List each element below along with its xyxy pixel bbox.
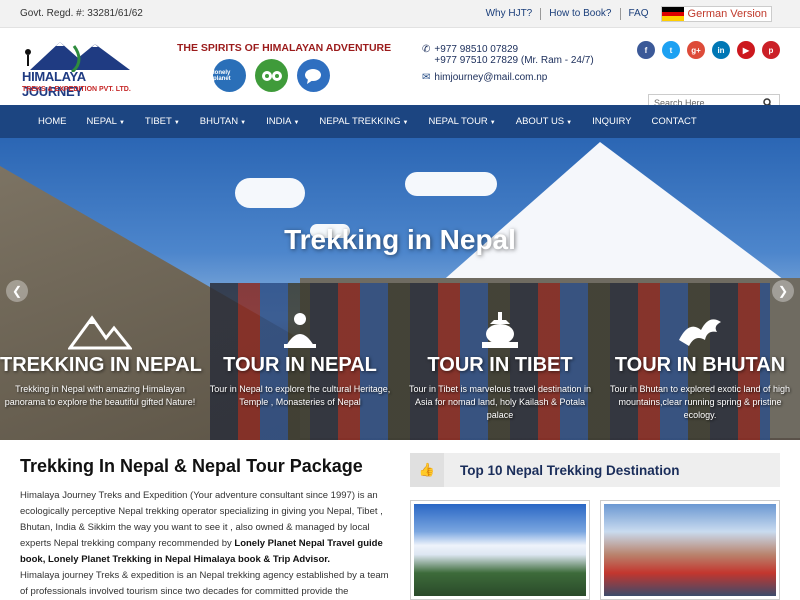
nav-item-nepal[interactable]: NEPAL ▼ — [77, 116, 135, 127]
dragon-icon — [679, 319, 721, 346]
nav-item-label: ABOUT US — [515, 116, 565, 127]
phone-icon: ✆ — [422, 44, 431, 55]
caret-down-icon: ▼ — [566, 120, 573, 126]
nav-item-inquiry[interactable]: INQUIRY — [582, 116, 641, 127]
envelope-icon: ✉ — [422, 72, 431, 83]
logo-name: HIMALAYA JOURNEY — [22, 69, 86, 99]
speech-bubble-icon — [304, 68, 321, 84]
slider-next-arrow-icon[interactable]: ❯ — [772, 280, 794, 302]
site-header: HIMALAYA JOURNEY TREKS & EXPEDITION PVT.… — [0, 28, 800, 112]
mountain-logo-icon — [25, 42, 130, 72]
award-badges: lonely planet — [213, 59, 330, 92]
buddha-icon — [284, 313, 316, 348]
tile-title: TOUR IN BHUTAN — [614, 354, 786, 376]
german-version-label: German Version — [687, 8, 767, 20]
logo-subtitle: TREKS & EXPEDITION PVT. LTD. — [22, 86, 131, 93]
lonely-planet-badge-icon[interactable]: lonely planet — [213, 59, 246, 92]
tile-trekking-nepal[interactable]: TREKKING IN NEPAL Trekking in Nepal with… — [0, 308, 202, 440]
intro-paragraph: Himalaya Journey Treks and Expedition (Y… — [20, 488, 392, 600]
tagline: THE SPIRITS OF HIMALAYAN ADVENTURE — [177, 42, 392, 54]
nav-item-tibet[interactable]: TIBET ▼ — [135, 116, 190, 127]
tile-text: Tour in Nepal to explore the cultural He… — [209, 384, 391, 407]
registration-number: Govt. Regd. #: 33281/61/62 — [20, 8, 143, 19]
nav-item-label: INDIA — [266, 116, 292, 127]
caret-down-icon: ▼ — [240, 120, 247, 126]
cloud — [235, 178, 305, 208]
tile-tour-tibet[interactable]: TOUR IN TIBET Tour in Tibet is marvelous… — [400, 308, 600, 440]
caret-down-icon: ▼ — [118, 120, 125, 126]
logo[interactable]: HIMALAYA JOURNEY TREKS & EXPEDITION PVT.… — [20, 36, 145, 99]
caret-down-icon: ▼ — [489, 120, 496, 126]
tripadvisor-badge-icon[interactable] — [255, 59, 288, 92]
chat-badge-icon[interactable] — [297, 59, 330, 92]
contact-info: ✆ +977 98510 07829 +977 97510 27829 (Mr. R… — [422, 44, 594, 83]
intro-text-2: Himalaya journey Treks & expedition is a… — [20, 570, 389, 597]
cloud — [405, 172, 497, 196]
tile-title: TOUR IN TIBET — [427, 354, 573, 376]
top-destinations-title: Top 10 Nepal Trekking Destination — [460, 462, 680, 478]
tile-title: TOUR IN NEPAL — [223, 354, 377, 376]
faq-link[interactable]: FAQ — [621, 8, 657, 20]
main-navigation: HOME NEPAL ▼ TIBET ▼ BHUTAN ▼ INDIA ▼ NEPAL TREKK… — [0, 105, 800, 138]
top-links: Why HJT? How to Book? FAQ German Version — [478, 6, 772, 22]
german-flag-icon — [661, 7, 684, 22]
nav-item-about-us[interactable]: ABOUT US ▼ — [506, 116, 582, 127]
nav-item-bhutan[interactable]: BHUTAN ▼ — [190, 116, 256, 127]
slider-prev-arrow-icon[interactable]: ❮ — [6, 280, 28, 302]
nav-item-label: TIBET — [144, 116, 172, 127]
tile-title: TREKKING IN NEPAL — [0, 354, 202, 376]
top-destinations-header: 👍 Top 10 Nepal Trekking Destination — [410, 453, 780, 487]
caret-down-icon: ▼ — [293, 120, 300, 126]
phone-secondary[interactable]: +977 97510 27829 (Mr. Ram - 24/7) — [434, 55, 593, 66]
nav-item-contact[interactable]: CONTACT — [642, 116, 707, 127]
stupa-icon — [482, 312, 518, 348]
caret-down-icon: ▼ — [173, 120, 180, 126]
social-icons: f t g+ in ▶ p — [637, 41, 780, 59]
twitter-icon[interactable]: t — [662, 41, 680, 59]
tile-text: Tour in Bhutan to explored exotic land o… — [609, 384, 791, 420]
nav-item-label: HOME — [38, 116, 67, 127]
how-to-book-link[interactable]: How to Book? — [541, 8, 621, 20]
nav-item-label: BHUTAN — [199, 116, 239, 127]
tile-text: Tour in Tibet is marvelous travel destin… — [408, 384, 592, 420]
mountain-icon — [68, 315, 132, 350]
tile-tour-bhutan[interactable]: TOUR IN BHUTAN Tour in Bhutan to explore… — [600, 308, 800, 440]
page-heading: Trekking In Nepal & Nepal Tour Package — [20, 456, 363, 476]
service-tiles: TREKKING IN NEPAL Trekking in Nepal with… — [0, 308, 800, 440]
pinterest-icon[interactable]: p — [762, 41, 780, 59]
nav-item-label: INQUIRY — [592, 116, 632, 127]
hero-title: Trekking in Nepal — [284, 224, 516, 255]
hero-slider: Trekking in Nepal ❮ ❯ TREKKING IN NEPAL … — [0, 138, 800, 440]
google-plus-icon[interactable]: g+ — [687, 41, 705, 59]
destination-photo-mountains[interactable] — [410, 500, 590, 600]
nav-item-label: NEPAL TREKKING — [319, 116, 401, 127]
nav-item-nepal-trekking[interactable]: NEPAL TREKKING ▼ — [309, 116, 418, 127]
linkedin-icon[interactable]: in — [712, 41, 730, 59]
german-version-button[interactable]: German Version — [660, 6, 772, 22]
why-hjt-link[interactable]: Why HJT? — [478, 8, 542, 20]
youtube-icon[interactable]: ▶ — [737, 41, 755, 59]
facebook-icon[interactable]: f — [637, 41, 655, 59]
nav-item-label: CONTACT — [651, 116, 697, 127]
nav-item-nepal-tour[interactable]: NEPAL TOUR ▼ — [418, 116, 505, 127]
caret-down-icon: ▼ — [402, 120, 409, 126]
phone-primary[interactable]: +977 98510 07829 — [434, 44, 593, 55]
main-content: Trekking In Nepal & Nepal Tour Package H… — [0, 440, 800, 600]
nav-item-home[interactable]: HOME — [28, 116, 77, 127]
top-bar: Govt. Regd. #: 33281/61/62 Why HJT? How … — [0, 0, 800, 28]
nav-item-label: NEPAL — [86, 116, 117, 127]
thumbs-up-icon: 👍 — [410, 453, 444, 487]
destination-photo-trekkers[interactable] — [600, 500, 780, 600]
hero-peak — [430, 142, 800, 292]
nav-item-india[interactable]: INDIA ▼ — [256, 116, 309, 127]
tile-tour-nepal[interactable]: TOUR IN NEPAL Tour in Nepal to explore t… — [200, 308, 400, 440]
owl-eyes-icon — [261, 70, 282, 81]
tile-text: Trekking in Nepal with amazing Himalayan… — [4, 384, 196, 407]
nav-item-label: NEPAL TOUR — [428, 116, 488, 127]
email-link[interactable]: himjourney@mail.com.np — [434, 72, 547, 83]
